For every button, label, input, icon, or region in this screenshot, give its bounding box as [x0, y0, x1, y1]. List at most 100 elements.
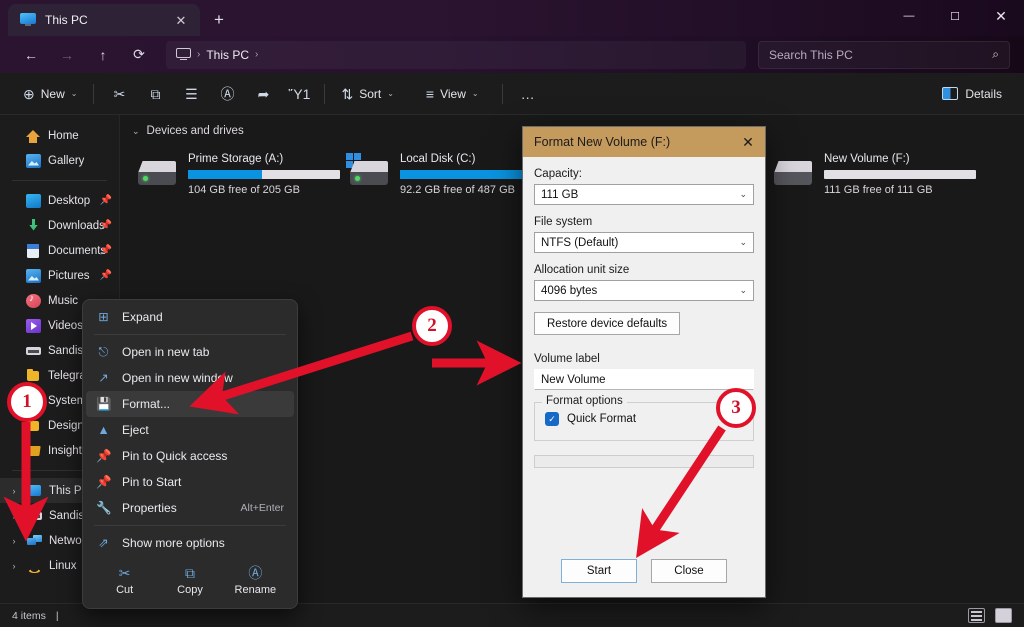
context-menu-item-eject[interactable]: ▲ Eject — [86, 417, 294, 443]
new-tab-button[interactable]: + — [204, 5, 234, 35]
chevron-down-icon: ⌄ — [471, 89, 479, 98]
chevron-right-icon[interactable]: › — [8, 511, 20, 521]
tiles-view-icon[interactable] — [995, 608, 1012, 623]
trash-icon: Ὕ1 — [288, 85, 311, 102]
share-button[interactable]: ➦ — [245, 79, 281, 109]
rename-icon: Ⓐ — [248, 565, 263, 581]
sidebar-item-label: Linux — [49, 559, 77, 572]
breadcrumb-segment-this-pc[interactable]: This PC — [206, 48, 249, 62]
more-options-button[interactable]: … — [510, 79, 546, 109]
context-menu-rename-button[interactable]: Ⓐ Rename — [227, 562, 283, 600]
ellipsis-icon: … — [520, 85, 535, 102]
folder-icon — [26, 368, 41, 383]
sidebar-item-downloads[interactable]: Downloads 📌 — [0, 213, 119, 238]
delete-button[interactable]: Ὕ1 — [281, 79, 317, 109]
gallery-icon — [26, 153, 41, 168]
context-menu-item-open-in-new-tab[interactable]: ⎋ Open in new tab — [86, 339, 294, 365]
view-button[interactable]: ≡ View ⌄ — [417, 79, 488, 109]
sort-button[interactable]: ⇅ Sort ⌄ — [332, 79, 402, 109]
home-icon — [26, 129, 41, 143]
context-menu-item-pin-to-start[interactable]: 📌 Pin to Start — [86, 469, 294, 495]
copy-icon: ⧉ — [150, 85, 161, 102]
paste-icon: ☰ — [185, 85, 198, 102]
context-menu-item-open-in-new-window[interactable]: ↗ Open in new window — [86, 365, 294, 391]
sidebar-item-home[interactable]: Home — [0, 123, 119, 148]
maximize-button[interactable]: ☐ — [932, 0, 978, 32]
file-system-select[interactable]: NTFS (Default) ⌄ — [534, 232, 754, 253]
search-placeholder: Search This PC — [769, 47, 853, 62]
chevron-down-icon: ⌄ — [739, 237, 747, 247]
sidebar-item-label: Downloads — [48, 219, 105, 232]
sidebar-item-pictures[interactable]: Pictures 📌 — [0, 263, 119, 288]
capacity-select[interactable]: 111 GB ⌄ — [534, 184, 754, 205]
back-button[interactable]: ← — [14, 41, 48, 69]
plus-circle-icon: ⊕ — [23, 85, 35, 102]
up-button[interactable]: ↑ — [86, 41, 120, 69]
new-button[interactable]: ⊕ New ⌄ — [14, 79, 86, 109]
drive-tile[interactable]: Prime Storage (A:) 104 GB free of 205 GB — [132, 145, 344, 202]
allocation-unit-size-value: 4096 bytes — [541, 284, 598, 297]
sidebar-item-label: Music — [48, 294, 79, 307]
context-menu-item-label: Show more options — [122, 536, 225, 550]
refresh-button[interactable]: ⟳ — [122, 41, 156, 69]
context-menu-item-show-more-options[interactable]: ⇗ Show more options — [86, 530, 294, 556]
chevron-right-icon[interactable]: › — [255, 49, 258, 60]
documents-icon — [26, 243, 41, 258]
close-icon[interactable]: ✕ — [731, 127, 765, 157]
expand-icon: ⊞ — [98, 309, 109, 324]
sidebar-item-label: Home — [48, 129, 79, 142]
sidebar-item-documents[interactable]: Documents 📌 — [0, 238, 119, 263]
annotation-marker-2: 2 — [412, 306, 452, 346]
details-view-icon[interactable] — [968, 608, 985, 623]
breadcrumb[interactable]: › This PC › — [166, 40, 746, 69]
sidebar-item-label: Desktop — [48, 194, 91, 207]
context-menu-item-pin-to-quick-access[interactable]: 📌 Pin to Quick access — [86, 443, 294, 469]
volume-label-input[interactable]: New Volume — [534, 369, 754, 390]
format-options-legend: Format options — [542, 395, 627, 407]
tab-this-pc[interactable]: This PC ✕ — [8, 4, 200, 36]
minimize-button[interactable]: — — [886, 0, 932, 32]
details-pane-button[interactable]: Details — [934, 80, 1010, 108]
usb-drive-icon — [27, 509, 42, 523]
navigation-bar: ← → ↑ ⟳ › This PC › Search This PC ⌕ — [0, 36, 1024, 73]
context-menu-item-label: Properties — [122, 501, 177, 515]
search-input[interactable]: Search This PC ⌕ — [758, 40, 1010, 69]
this-pc-icon — [20, 13, 36, 27]
chevron-down-icon[interactable]: ⌄ — [132, 126, 140, 137]
rename-button[interactable]: Ⓐ — [209, 79, 245, 109]
close-window-button[interactable]: ✕ — [978, 0, 1024, 32]
quick-format-checkbox[interactable]: ✓ — [545, 412, 559, 426]
annotation-marker-1: 1 — [7, 382, 47, 422]
downloads-icon — [26, 218, 41, 233]
quick-format-row[interactable]: ✓ Quick Format — [545, 412, 743, 426]
format-icon: 💾 — [96, 396, 112, 411]
forward-button[interactable]: → — [50, 41, 84, 69]
copy-button[interactable]: ⧉ — [137, 79, 173, 109]
chevron-right-icon[interactable]: › — [8, 536, 20, 546]
context-menu-item-format[interactable]: 💾 Format... — [86, 391, 294, 417]
chevron-right-icon[interactable]: › — [8, 561, 20, 571]
pin-icon: 📌 — [99, 245, 112, 256]
tab-close-icon[interactable]: ✕ — [170, 9, 192, 31]
context-menu-cut-button[interactable]: ✂ Cut — [97, 562, 153, 600]
drive-tile[interactable]: New Volume (F:) 111 GB free of 111 GB — [768, 145, 980, 202]
context-menu-item-label: Expand — [122, 310, 163, 324]
cut-button[interactable]: ✂ — [101, 79, 137, 109]
sidebar-item-gallery[interactable]: Gallery — [0, 148, 119, 173]
context-menu-item-expand[interactable]: ⊞ Expand — [86, 304, 294, 330]
folder-open-icon — [25, 444, 41, 458]
chevron-right-icon[interactable]: › — [8, 486, 20, 496]
start-button[interactable]: Start — [561, 559, 637, 583]
restore-device-defaults-button[interactable]: Restore device defaults — [534, 312, 681, 335]
context-menu-copy-button[interactable]: ⧉ Copy — [162, 562, 218, 600]
format-dialog-footer: Start Close — [523, 549, 765, 597]
hard-drive-plain-icon — [772, 157, 814, 191]
allocation-unit-size-select[interactable]: 4096 bytes ⌄ — [534, 280, 754, 301]
close-button[interactable]: Close — [651, 559, 727, 583]
paste-button[interactable]: ☰ — [173, 79, 209, 109]
videos-icon — [26, 318, 41, 333]
context-menu-item-properties[interactable]: 🔧 Properties Alt+Enter — [86, 495, 294, 521]
sidebar-item-desktop[interactable]: Desktop 📌 — [0, 188, 119, 213]
toolbar-divider — [324, 83, 326, 104]
context-menu-copy-label: Copy — [177, 584, 203, 596]
